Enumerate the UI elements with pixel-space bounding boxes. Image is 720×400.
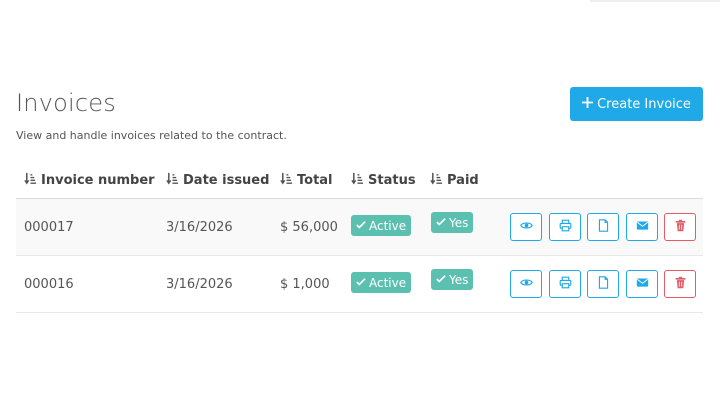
trash-icon (674, 276, 687, 292)
view-invoice-button[interactable] (510, 270, 542, 298)
eye-icon (519, 276, 533, 292)
column-invoice-number[interactable]: Invoice number (24, 172, 155, 189)
invoice-total: $ 1,000 (280, 277, 330, 292)
print-icon (559, 219, 572, 235)
print-invoice-button[interactable] (549, 213, 581, 241)
page-title: Invoices (16, 89, 116, 117)
delete-invoice-button[interactable] (664, 270, 696, 298)
column-total[interactable]: Total (280, 172, 333, 189)
paid-badge: Yes (431, 212, 474, 233)
sort-icon (351, 172, 364, 189)
table-header: Invoice number Date issued Total Status … (16, 162, 703, 199)
invoice-number: 000017 (24, 220, 74, 235)
status-badge: Active (351, 272, 412, 293)
eye-icon (519, 219, 533, 235)
invoice-number: 000016 (24, 277, 74, 292)
sort-icon (280, 172, 293, 189)
sort-icon (430, 172, 443, 189)
trash-icon (674, 219, 687, 235)
delete-invoice-button[interactable] (664, 213, 696, 241)
create-invoice-button[interactable]: Create Invoice (570, 87, 703, 121)
date-issued: 3/16/2026 (166, 277, 233, 292)
plus-icon (582, 96, 594, 112)
date-issued: 3/16/2026 (166, 220, 233, 235)
file-icon (597, 276, 610, 292)
invoice-total: $ 56,000 (280, 220, 338, 235)
page-subtitle: View and handle invoices related to the … (16, 129, 287, 142)
sort-icon (166, 172, 179, 189)
column-date-issued[interactable]: Date issued (166, 172, 269, 189)
view-invoice-button[interactable] (510, 213, 542, 241)
email-invoice-button[interactable] (626, 213, 658, 241)
table-row: 000016 3/16/2026 $ 1,000 Active Yes (16, 256, 703, 313)
envelope-icon (636, 276, 649, 292)
check-icon (356, 276, 366, 290)
check-icon (436, 216, 446, 230)
sort-icon (24, 172, 37, 189)
top-divider (590, 0, 720, 2)
column-paid[interactable]: Paid (430, 172, 479, 189)
print-icon (559, 276, 572, 292)
envelope-icon (636, 219, 649, 235)
table-row: 000017 3/16/2026 $ 56,000 Active Yes (16, 199, 703, 256)
invoice-document-button[interactable] (587, 213, 619, 241)
invoice-document-button[interactable] (587, 270, 619, 298)
status-badge: Active (351, 215, 412, 236)
column-status[interactable]: Status (351, 172, 416, 189)
check-icon (356, 219, 366, 233)
email-invoice-button[interactable] (626, 270, 658, 298)
print-invoice-button[interactable] (549, 270, 581, 298)
create-invoice-label: Create Invoice (597, 96, 691, 112)
file-icon (597, 219, 610, 235)
check-icon (436, 273, 446, 287)
paid-badge: Yes (431, 269, 474, 290)
